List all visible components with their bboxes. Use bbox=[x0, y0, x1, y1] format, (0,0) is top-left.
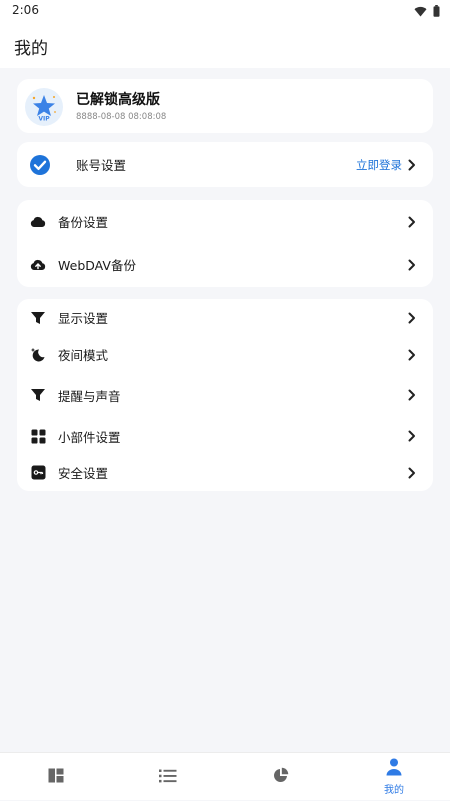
backup-settings-group: 备份设置 WebDAV备份 bbox=[17, 200, 433, 287]
chevron-right-icon bbox=[407, 349, 417, 361]
status-time: 2:06 bbox=[12, 3, 39, 17]
nav-tab-list[interactable] bbox=[112, 753, 224, 801]
chevron-right-icon bbox=[407, 430, 417, 442]
account-settings-row[interactable]: 账号设置 立即登录 bbox=[17, 142, 433, 187]
menu-item-webdav-backup[interactable]: WebDAV备份 bbox=[17, 243, 433, 286]
widgets-grid-icon bbox=[29, 427, 47, 445]
chevron-right-icon bbox=[407, 389, 417, 401]
menu-item-label: 显示设置 bbox=[58, 311, 109, 326]
vip-card[interactable]: VIP 已解锁高级版 8888-08-08 08:08:08 bbox=[17, 79, 433, 133]
chevron-right-icon bbox=[407, 259, 417, 271]
menu-item-backup-settings[interactable]: 备份设置 bbox=[17, 200, 433, 243]
svg-text:VIP: VIP bbox=[38, 116, 50, 123]
nav-tab-profile[interactable]: 我的 bbox=[338, 753, 450, 801]
account-settings-card[interactable]: 账号设置 立即登录 bbox=[17, 142, 433, 187]
wifi-icon bbox=[414, 2, 427, 21]
vip-star-icon: VIP bbox=[25, 88, 63, 126]
menu-item-night-mode[interactable]: 夜间模式 bbox=[17, 336, 433, 373]
person-icon bbox=[386, 758, 402, 780]
check-circle-icon bbox=[29, 154, 51, 176]
menu-item-display-settings[interactable]: 显示设置 bbox=[17, 299, 433, 336]
dashboard-icon bbox=[48, 768, 64, 787]
app-header: 我的 bbox=[0, 22, 450, 68]
nav-tab-label: 我的 bbox=[384, 785, 404, 796]
key-icon bbox=[29, 464, 47, 482]
menu-item-label: 夜间模式 bbox=[58, 348, 109, 363]
menu-item-label: 安全设置 bbox=[58, 466, 109, 481]
page-title: 我的 bbox=[14, 39, 48, 59]
funnel-icon bbox=[29, 386, 47, 404]
list-icon bbox=[159, 768, 177, 787]
vip-title: 已解锁高级版 bbox=[76, 92, 160, 108]
battery-icon bbox=[433, 2, 440, 21]
nav-tab-statistics[interactable] bbox=[225, 753, 337, 801]
bottom-navigation: 我的 bbox=[0, 752, 450, 800]
system-icons bbox=[414, 4, 440, 18]
general-settings-group: 显示设置 夜间模式 提醒与声音 小部件设置 安全设置 bbox=[17, 299, 433, 491]
login-link[interactable]: 立即登录 bbox=[356, 157, 402, 173]
chevron-right-icon bbox=[407, 467, 417, 479]
menu-item-widget-settings[interactable]: 小部件设置 bbox=[17, 416, 433, 456]
nav-tab-dashboard[interactable] bbox=[0, 753, 112, 801]
chevron-right-icon bbox=[407, 312, 417, 324]
menu-item-label: 小部件设置 bbox=[58, 429, 121, 445]
account-settings-label: 账号设置 bbox=[76, 158, 127, 173]
status-bar: 2:06 bbox=[0, 0, 450, 22]
menu-item-reminders-sound[interactable]: 提醒与声音 bbox=[17, 375, 433, 415]
funnel-icon bbox=[29, 309, 47, 327]
moon-icon bbox=[29, 346, 47, 364]
menu-item-label: 提醒与声音 bbox=[58, 388, 121, 404]
vip-expiry-date: 8888-08-08 08:08:08 bbox=[76, 112, 167, 122]
menu-item-security-settings[interactable]: 安全设置 bbox=[17, 454, 433, 491]
cloud-icon bbox=[29, 213, 47, 231]
pie-chart-icon bbox=[273, 767, 289, 787]
chevron-right-icon bbox=[407, 159, 417, 171]
menu-item-label: WebDAV备份 bbox=[58, 258, 136, 273]
chevron-right-icon bbox=[407, 216, 417, 228]
menu-item-label: 备份设置 bbox=[58, 215, 109, 230]
cloud-upload-icon bbox=[29, 256, 47, 274]
